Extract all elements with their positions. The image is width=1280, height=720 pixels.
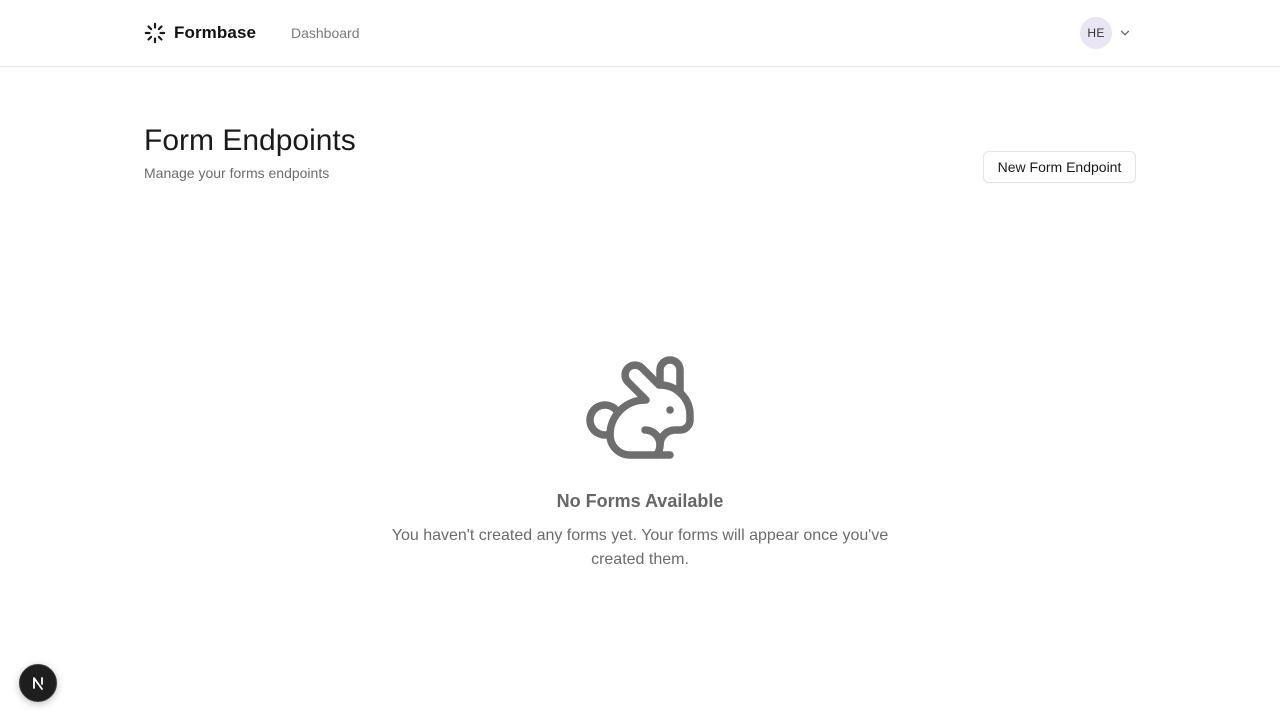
brand-home-link[interactable]: Formbase [144, 21, 256, 45]
empty-state-title: No Forms Available [556, 491, 724, 511]
page-title: Form Endpoints [144, 124, 356, 157]
top-navigation-bar: Formbase Dashboard HE [0, 0, 1280, 67]
avatar-initials: HE [1087, 26, 1105, 40]
rabbit-icon [586, 356, 694, 459]
user-menu-button[interactable]: HE [1080, 17, 1132, 49]
nav-link-dashboard[interactable]: Dashboard [291, 23, 360, 43]
empty-state-message: You haven't created any forms yet. Your … [391, 527, 889, 568]
avatar: HE [1080, 17, 1112, 49]
brand-name: Formbase [174, 23, 257, 42]
chevron-down-icon [1120, 30, 1130, 36]
dev-tools-badge[interactable] [19, 664, 57, 702]
empty-state: No Forms Available You haven't created a… [0, 350, 1280, 572]
loader-icon [144, 22, 166, 44]
new-form-endpoint-button[interactable]: New Form Endpoint [983, 151, 1136, 183]
next-logo-icon [33, 677, 43, 690]
page-subtitle: Manage your forms endpoints [144, 165, 330, 181]
